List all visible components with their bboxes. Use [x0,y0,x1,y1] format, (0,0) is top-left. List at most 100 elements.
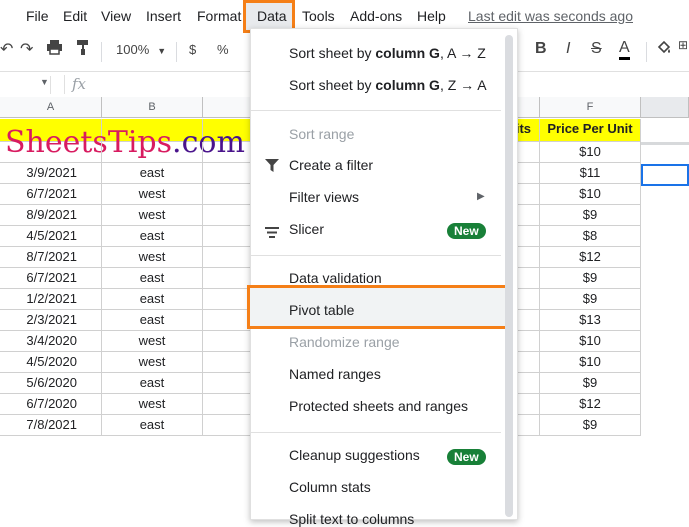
menu-view[interactable]: View [101,8,131,24]
named-ranges[interactable]: Named ranges [289,366,381,382]
cell-price[interactable]: $9 [540,289,641,310]
cell-region[interactable]: west [102,205,203,226]
name-box[interactable]: ▼ [0,76,51,94]
cleanup-suggestions[interactable]: Cleanup suggestions [289,447,420,463]
column-header-a[interactable]: A [0,97,102,118]
borders-icon[interactable]: ⊞ [678,38,688,52]
cell-date[interactable]: 5/6/2020 [0,373,102,394]
toolbar-divider [646,42,647,62]
sort-desc-suffix: , Z → A [439,77,487,93]
cell-date[interactable]: 8/7/2021 [0,247,102,268]
cell-date[interactable]: 4/5/2020 [0,352,102,373]
cell-price[interactable]: $10 [540,184,641,205]
cell-date[interactable]: 8/9/2021 [0,205,102,226]
sort-sheet-asc[interactable]: Sort sheet by column G, A → Z [289,45,486,61]
cell-date[interactable]: 4/5/2021 [0,226,102,247]
menu-tools[interactable]: Tools [302,8,335,24]
undo-icon[interactable]: ↶ [0,39,13,59]
redo-icon[interactable]: ↷ [20,39,33,59]
strikethrough-button[interactable]: S [591,40,602,58]
percent-button[interactable]: % [217,42,229,57]
cell-region[interactable] [102,142,203,163]
cell-price[interactable]: $9 [540,373,641,394]
filter-icon [265,159,279,177]
cell-price[interactable]: $12 [540,247,641,268]
sort-asc-suffix: , A → Z [439,45,486,61]
fill-color-icon[interactable] [656,40,672,59]
italic-button[interactable]: I [566,40,570,58]
cell-price[interactable]: $13 [540,310,641,331]
cell-price[interactable]: $10 [540,142,641,163]
cell-region[interactable]: east [102,289,203,310]
last-edit-link[interactable]: Last edit was seconds ago [468,8,633,24]
sort-sheet-desc[interactable]: Sort sheet by column G, Z → A [289,77,487,93]
cleanup-new-badge: New [447,449,486,465]
cell-region[interactable]: east [102,226,203,247]
zoom-value: 100% [116,42,150,57]
zoom-select[interactable]: 100% ▼ [116,42,166,57]
menu-help[interactable]: Help [417,8,446,24]
randomize-range[interactable]: Randomize range [289,334,400,350]
protected-sheets[interactable]: Protected sheets and ranges [289,398,468,414]
sort-desc-column: column G [375,77,440,93]
cell-region[interactable]: east [102,310,203,331]
pivot-table-highlight [247,285,512,329]
cell-region[interactable]: east [102,415,203,436]
cell-price[interactable]: $9 [540,415,641,436]
cell-date[interactable]: 7/8/2021 [0,415,102,436]
cell-date[interactable]: 6/7/2021 [0,184,102,205]
cell-f1[interactable]: Price Per Unit [540,119,641,142]
cell-price[interactable]: $8 [540,226,641,247]
submenu-arrow-icon: ▶ [477,191,485,202]
cell-price[interactable]: $10 [540,331,641,352]
split-text-to-columns[interactable]: Split text to columns [289,511,414,527]
cell-region[interactable]: west [102,247,203,268]
cell-region[interactable]: west [102,394,203,415]
sort-asc-column: column G [375,45,440,61]
cell-date[interactable]: 3/4/2020 [0,331,102,352]
cell-date[interactable]: 3/9/2021 [0,163,102,184]
menu-addons[interactable]: Add-ons [350,8,402,24]
cell-date[interactable]: 2/3/2021 [0,310,102,331]
text-color-button[interactable]: A [619,39,630,60]
create-filter[interactable]: Create a filter [289,157,373,173]
cell-date[interactable]: 1/2/2021 [0,289,102,310]
menu-divider [251,255,501,256]
filter-views[interactable]: Filter views [289,189,359,205]
cell-region[interactable]: west [102,331,203,352]
column-header-g[interactable] [641,97,689,118]
cell-date[interactable]: 6/7/2021 [0,268,102,289]
cell-price[interactable]: $11 [540,163,641,184]
currency-button[interactable]: $ [189,42,196,57]
column-header-b[interactable]: B [102,97,203,118]
menu-data[interactable]: Data [257,8,287,24]
menu-format[interactable]: Format [197,8,241,24]
data-validation[interactable]: Data validation [289,270,382,286]
menu-file[interactable]: File [26,8,49,24]
cell-date[interactable]: 6/7/2020 [0,394,102,415]
fx-icon: fx [72,75,87,93]
cell-price[interactable]: $9 [540,268,641,289]
bold-button[interactable]: B [535,40,547,58]
column-header-f[interactable]: F [540,97,641,118]
print-icon[interactable] [46,39,63,59]
column-stats[interactable]: Column stats [289,479,371,495]
selected-cell[interactable] [641,164,689,186]
pivot-table[interactable]: Pivot table [289,302,354,318]
cell-price[interactable]: $12 [540,394,641,415]
slicer[interactable]: Slicer [289,221,324,237]
cell-region[interactable]: west [102,352,203,373]
cell-price[interactable]: $10 [540,352,641,373]
paint-format-icon[interactable] [75,39,91,59]
cell-region[interactable]: east [102,373,203,394]
menu-edit[interactable]: Edit [63,8,87,24]
toolbar-divider [101,42,102,62]
cell-price[interactable]: $9 [540,205,641,226]
menu-insert[interactable]: Insert [146,8,181,24]
cell-region[interactable]: east [102,163,203,184]
menu-scrollbar[interactable] [505,35,513,517]
cell-region[interactable]: east [102,268,203,289]
cell-date[interactable] [0,142,102,163]
cell-region[interactable]: west [102,184,203,205]
sort-range[interactable]: Sort range [289,126,354,142]
